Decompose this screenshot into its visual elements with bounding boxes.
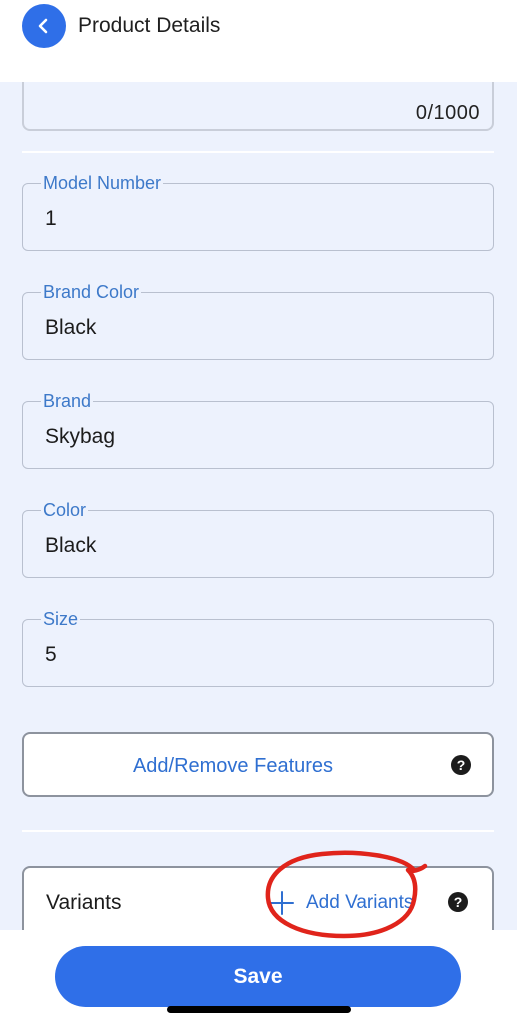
add-remove-features-button[interactable]: Add/Remove Features ? [22,732,494,797]
description-textarea[interactable]: 0/1000 [22,82,494,131]
field-value[interactable]: Black [45,533,96,559]
field-value[interactable]: Skybag [45,424,115,450]
character-counter: 0/1000 [415,102,480,124]
model-number-field[interactable]: Model Number 1 [22,172,494,251]
save-button-label: Save [233,964,283,988]
back-button[interactable] [22,4,66,48]
page-title: Product Details [78,14,221,37]
divider [22,151,494,153]
brand-field[interactable]: Brand Skybag [22,390,494,469]
field-label: Brand Color [41,281,142,303]
question-circle-icon[interactable]: ? [451,755,471,775]
add-variants-label: Add Variants [306,892,414,913]
features-button-label: Add/Remove Features [132,755,334,777]
form-content[interactable]: 0/1000 Model Number 1 Brand Color Black … [0,82,517,930]
field-value[interactable]: 1 [45,206,57,232]
size-field[interactable]: Size 5 [22,608,494,687]
variants-card: Variants Add Variants ? [22,866,494,930]
add-variants-button[interactable]: Add Variants [270,888,413,918]
color-field[interactable]: Color Black [22,499,494,578]
product-details-screen: Product Details 0/1000 Model Number 1 Br… [0,0,517,1024]
header: Product Details [0,0,517,82]
question-circle-icon[interactable]: ? [448,892,468,912]
field-value[interactable]: Black [45,315,96,341]
home-indicator [167,1006,351,1013]
variants-label: Variants [46,891,122,914]
field-label: Color [41,499,89,521]
field-label: Size [41,608,81,630]
chevron-left-icon [38,18,48,34]
plus-icon [270,891,294,915]
field-label: Brand [41,390,94,412]
divider [22,830,494,832]
footer: Save [0,930,517,1024]
save-button[interactable]: Save [55,946,461,1007]
field-value[interactable]: 5 [45,642,57,668]
brand-color-field[interactable]: Brand Color Black [22,281,494,360]
field-label: Model Number [41,172,164,194]
